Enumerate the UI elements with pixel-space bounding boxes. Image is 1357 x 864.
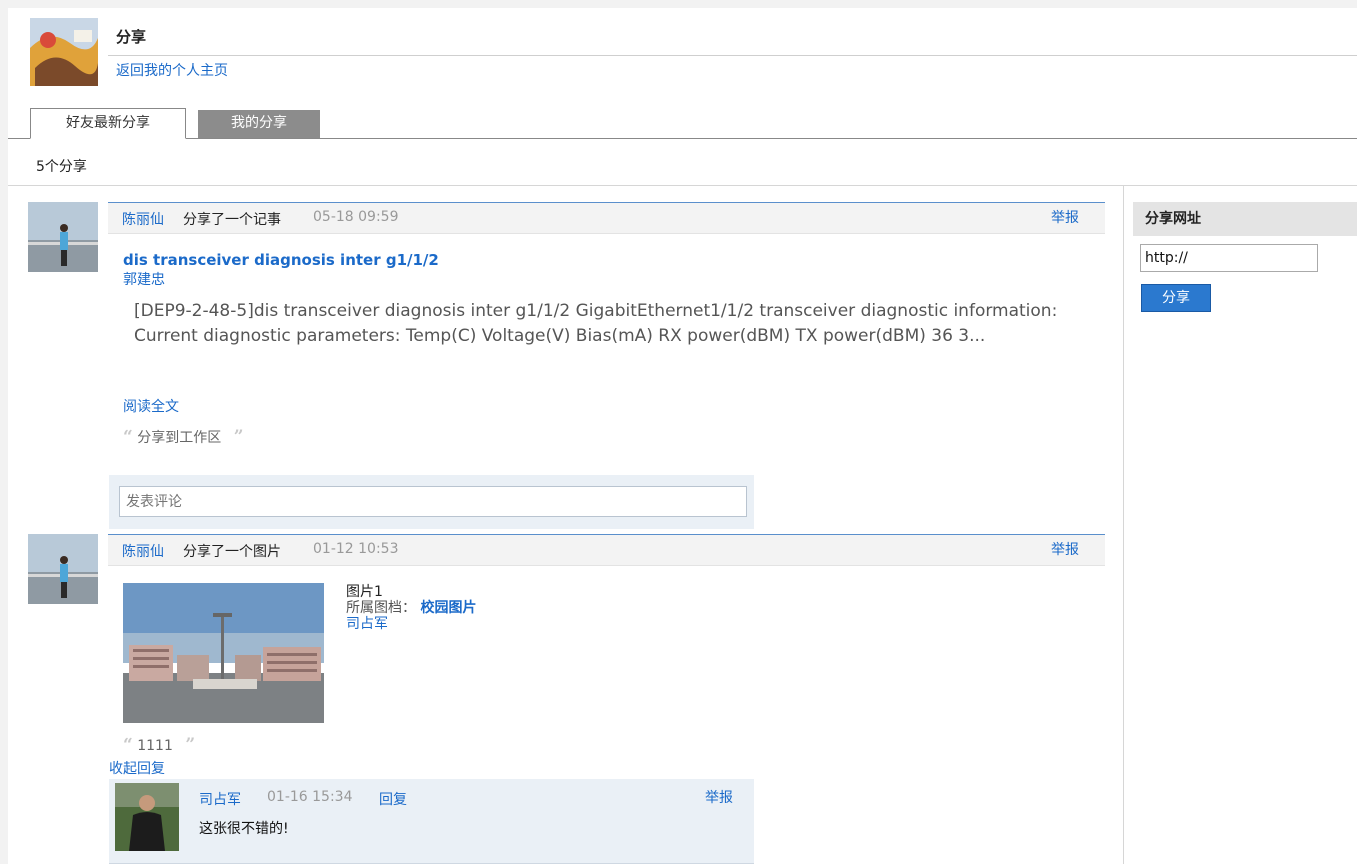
close-quote-icon: ” (233, 427, 244, 447)
comment-input[interactable] (119, 486, 747, 517)
share-page: 分享 返回我的个人主页 好友最新分享 我的分享 5个分享 陈丽仙 分享了一个记事… (8, 8, 1357, 864)
photo-title-link[interactable]: 图片1 (346, 584, 476, 600)
feed-item-header: 陈丽仙 分享了一个图片 01-12 10:53 举报 (108, 534, 1105, 566)
report-link[interactable]: 举报 (705, 787, 733, 807)
reply-text: 这张很不错的! (199, 821, 289, 837)
share-url-title: 分享网址 (1133, 202, 1357, 236)
album-label: 所属图档： (346, 600, 416, 616)
sharer-name-link[interactable]: 陈丽仙 (122, 541, 164, 561)
page-title: 分享 (116, 28, 147, 46)
share-quote: “ 分享到工作区 ” (123, 427, 243, 447)
open-quote-icon: “ (123, 427, 133, 447)
share-timestamp: 05-18 09:59 (313, 209, 399, 225)
sharer-name-link[interactable]: 陈丽仙 (122, 209, 164, 229)
reply-item: 司占军 01-16 15:34 回复 举报 这张很不错的! (109, 779, 754, 864)
replier-avatar[interactable] (115, 783, 179, 851)
header-divider (108, 55, 1357, 56)
reply-timestamp: 01-16 15:34 (267, 789, 353, 805)
read-full-link[interactable]: 阅读全文 (123, 396, 179, 416)
note-title-link[interactable]: dis transceiver diagnosis inter g1/1/2 (123, 251, 439, 269)
share-quote: “ 1111 ” (123, 735, 195, 755)
close-quote-icon: ” (185, 735, 196, 755)
sharer-avatar[interactable] (28, 202, 98, 272)
note-author-link[interactable]: 郭建忠 (123, 269, 165, 289)
share-action-text: 分享了一个图片 (183, 544, 281, 560)
sidebar: 分享网址 分享 (1123, 186, 1357, 864)
comment-box (109, 475, 754, 529)
share-quote-text: 1111 (137, 738, 173, 754)
share-url-input[interactable] (1140, 244, 1318, 272)
album-name-link[interactable]: 校园图片 (420, 600, 476, 616)
report-link[interactable]: 举报 (1051, 207, 1079, 227)
reply-link[interactable]: 回复 (379, 789, 407, 809)
photo-author-link[interactable]: 司占军 (346, 616, 476, 632)
share-action-text: 分享了一个记事 (183, 212, 281, 228)
note-excerpt: [DEP9-2-48-5]dis transceiver diagnosis i… (134, 301, 1058, 346)
share-url-button[interactable]: 分享 (1141, 284, 1211, 312)
feed-item-header: 陈丽仙 分享了一个记事 05-18 09:59 举报 (108, 202, 1105, 234)
collapse-replies-link[interactable]: 收起回复 (109, 758, 165, 778)
shared-photo-thumbnail[interactable] (123, 583, 324, 723)
tab-my-shares[interactable]: 我的分享 (198, 110, 320, 138)
open-quote-icon: “ (123, 735, 133, 755)
sharer-avatar[interactable] (28, 534, 98, 604)
photo-album: 所属图档： 校园图片 (346, 600, 476, 616)
tab-bar: 好友最新分享 我的分享 (8, 108, 1357, 139)
share-timestamp: 01-12 10:53 (313, 541, 399, 557)
user-avatar[interactable] (30, 18, 98, 86)
share-quote-text: 分享到工作区 (137, 430, 222, 446)
tab-friends-shares[interactable]: 好友最新分享 (30, 108, 186, 139)
replier-name-link[interactable]: 司占军 (199, 789, 241, 809)
report-link[interactable]: 举报 (1051, 539, 1079, 559)
photo-info: 图片1 所属图档： 校园图片 司占军 (346, 584, 476, 632)
share-count: 5个分享 (36, 159, 87, 175)
back-to-homepage-link[interactable]: 返回我的个人主页 (116, 60, 228, 80)
